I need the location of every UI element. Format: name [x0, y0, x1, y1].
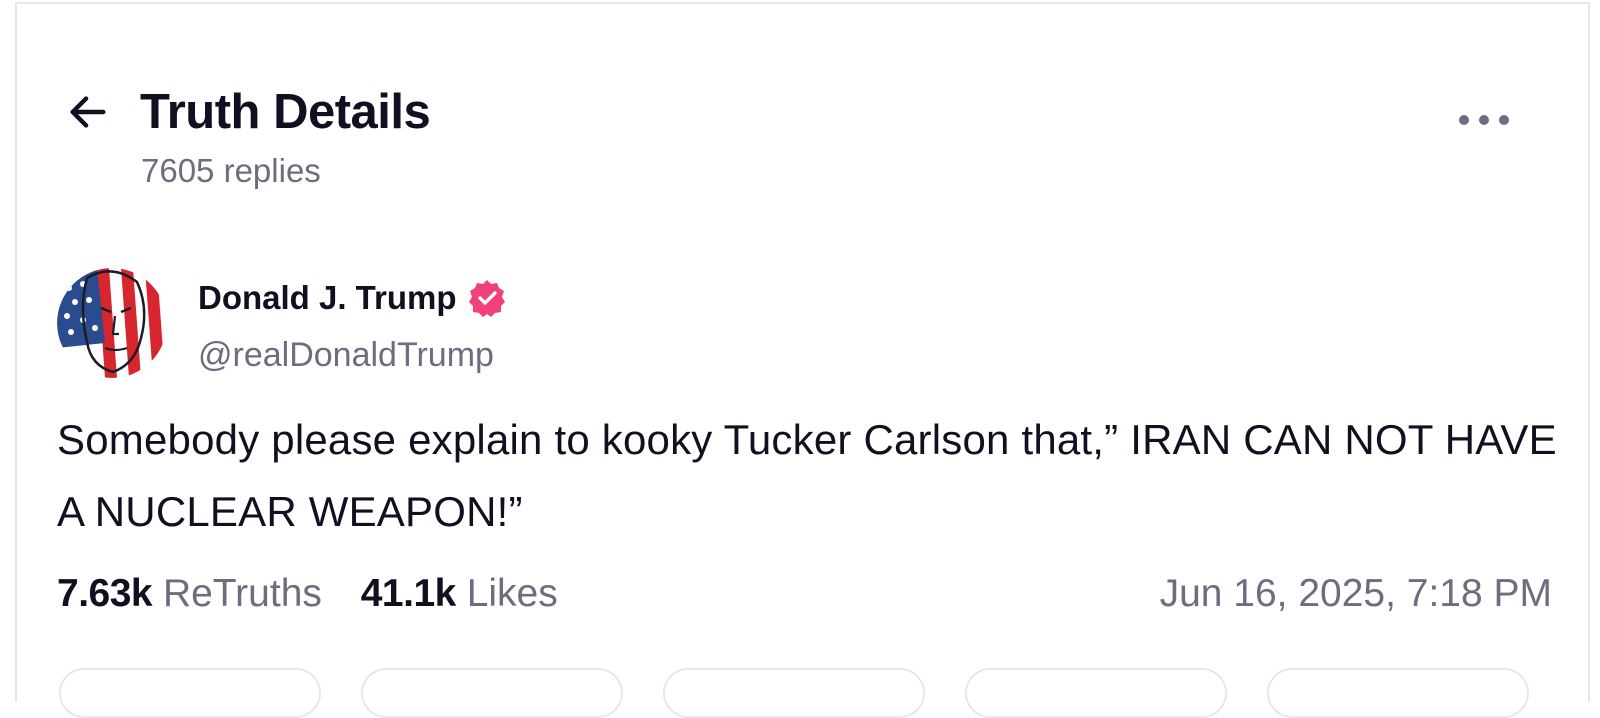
- more-options-button[interactable]: [1454, 100, 1514, 140]
- reply-button[interactable]: [59, 668, 321, 718]
- replies-count: 7605 replies: [141, 152, 321, 189]
- retruths-label: ReTruths: [162, 572, 322, 615]
- likes-count: 41.1k: [360, 572, 457, 615]
- retruths-stat[interactable]: 7.63k ReTruths: [57, 572, 322, 616]
- ellipsis-horizontal-icon: [1459, 115, 1509, 125]
- back-button[interactable]: [64, 88, 112, 136]
- likes-stat[interactable]: 41.1k Likes: [361, 572, 558, 616]
- action-bar: [57, 668, 1552, 718]
- retruths-count: 7.63k: [57, 572, 153, 615]
- more-actions-button[interactable]: [1267, 668, 1529, 718]
- page-title: Truth Details: [140, 85, 431, 139]
- arrow-left-icon: [70, 96, 106, 128]
- like-button[interactable]: [663, 668, 925, 718]
- post-stats: 7.63k ReTruths 41.1k Likes Jun 16, 2025,…: [57, 572, 1552, 632]
- retruth-button[interactable]: [361, 668, 623, 718]
- author-name[interactable]: Donald J. Trump: [198, 279, 457, 317]
- page-header: Truth Details 7605 replies: [60, 80, 1540, 200]
- avatar[interactable]: [57, 268, 167, 378]
- verified-badge-icon: [468, 280, 505, 317]
- share-button[interactable]: [965, 668, 1227, 718]
- author-handle[interactable]: @realDonaldTrump: [198, 336, 494, 375]
- post-timestamp: Jun 16, 2025, 7:18 PM: [1159, 572, 1552, 615]
- author-name-row[interactable]: Donald J. Trump: [198, 278, 507, 318]
- post-text: Somebody please explain to kooky Tucker …: [57, 416, 1557, 535]
- likes-label: Likes: [466, 572, 558, 615]
